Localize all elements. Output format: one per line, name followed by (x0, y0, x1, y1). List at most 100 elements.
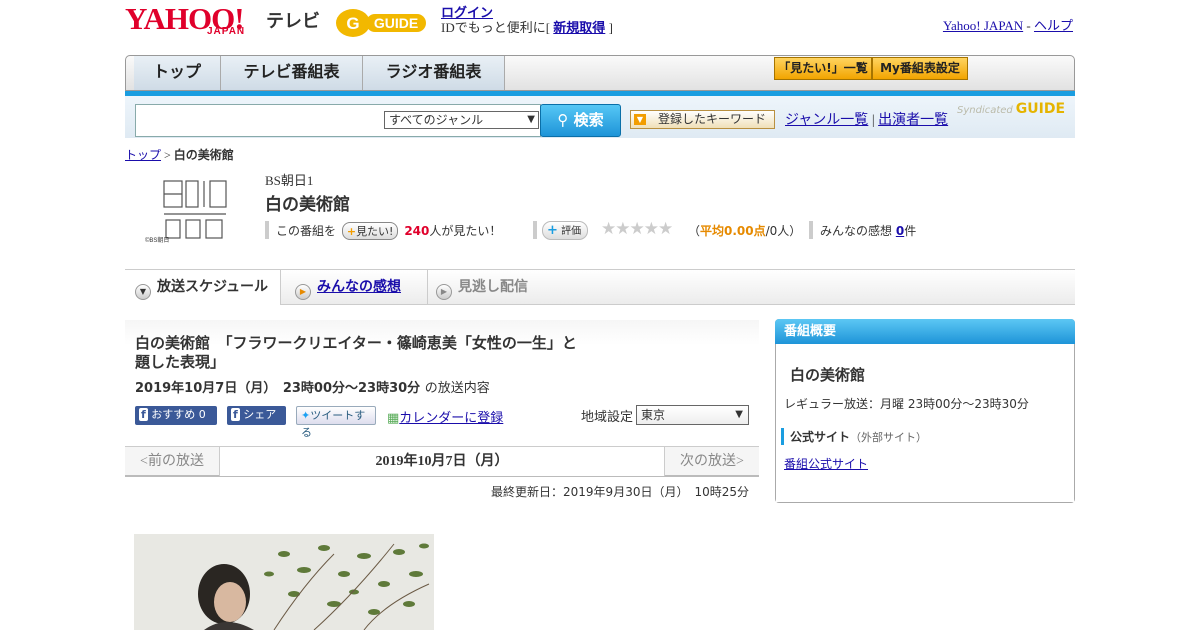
facebook-icon: f (231, 408, 240, 421)
tab-minogashi[interactable]: ▶ 見逃し配信 (427, 270, 528, 305)
my-bangumi-button[interactable]: My番組表設定 (872, 57, 968, 80)
divider (809, 221, 813, 239)
rating-average: （平均0.00点/0人） (688, 222, 801, 239)
tab-schedule-label: 放送スケジュール (157, 279, 269, 295)
kansou-count-link[interactable]: 0 (896, 224, 904, 238)
play-icon: ▶ (295, 284, 311, 300)
facebook-share-button[interactable]: f シェア (227, 406, 286, 425)
rating-button[interactable]: + 評価 (542, 221, 589, 240)
episode-title: 白の美術館 「フラワークリエイター・篠崎恵美「女性の一生」と題した表現」 (135, 334, 577, 371)
external-site-label: （外部サイト） (850, 431, 928, 444)
search-icon: ⚲ (557, 111, 569, 129)
region-select[interactable]: 東京 ▼ (636, 405, 749, 425)
plus-icon: + (346, 225, 357, 238)
program-overview-header: 番組概要 (775, 319, 1075, 344)
breadcrumb-top-link[interactable]: トップ (125, 148, 161, 162)
prev-broadcast-link[interactable]: <前の放送 (125, 447, 220, 476)
login-area: ログイン IDでもっと便利に[ 新規取得 ] (441, 5, 613, 35)
tweet-button[interactable]: ✦ツイートする (296, 406, 376, 439)
chevron-down-icon: ▼ (135, 284, 151, 300)
nav-tab-tv[interactable]: テレビ番組表 (221, 56, 363, 90)
help-link[interactable]: ヘルプ (1034, 18, 1073, 33)
mitai-list-button[interactable]: 「見たい!」一覧 (774, 57, 872, 80)
top-right-links: Yahoo! JAPAN - ヘルプ (943, 15, 1073, 34)
login-sub-prefix: IDでもっと便利に[ (441, 20, 551, 35)
yahoo-japan-logo-text: JAPAN (207, 26, 246, 37)
next-broadcast-link[interactable]: 次の放送> (664, 447, 759, 476)
sub-tabs: ▼ 放送スケジュール ▶ みんなの感想 ▶ 見逃し配信 (125, 269, 1075, 305)
program-logo-text: ©BS朝日 (145, 236, 169, 244)
breadcrumb-current: 白の美術館 (173, 148, 234, 162)
share-label: シェア (243, 408, 277, 421)
mitai-button[interactable]: +見たい! (341, 222, 399, 240)
divider (533, 221, 537, 239)
genre-list-link[interactable]: ジャンル一覧 (785, 113, 868, 128)
bird-icon: ✦ (301, 409, 311, 422)
breadcrumb: トップ > 白の美術館 (125, 146, 234, 163)
signup-link[interactable]: 新規取得 (553, 20, 605, 35)
rating-button-label: 評価 (561, 226, 582, 237)
official-site-label: 公式サイト (790, 430, 851, 444)
play-icon: ▶ (436, 284, 452, 300)
tab-minna-label: みんなの感想 (317, 279, 401, 295)
tv-logo-text: テレビ (266, 11, 320, 32)
kansou-unit: 件 (904, 224, 917, 238)
broadcast-nav: <前の放送 2019年10月7日（月） 次の放送> (125, 446, 759, 477)
genre-select[interactable]: すべてのジャンル ▼ (384, 111, 539, 129)
channel-name: BS朝日1 (265, 173, 314, 188)
mitai-prefix: この番組を (276, 224, 337, 238)
mitai-area: この番組を +見たい! 240人が見たい！ (276, 222, 501, 240)
gguide-logo: G GUIDE (336, 9, 426, 37)
facebook-recommend-button[interactable]: f おすすめ 0 (135, 406, 217, 425)
genre-select-value: すべてのジャンル (389, 113, 484, 127)
syndicated-gguide: GUIDE (1015, 101, 1066, 117)
top-right-sep: - (1023, 18, 1034, 33)
current-broadcast-date: 2019年10月7日（月） (220, 447, 664, 476)
triangle-down-icon: ▼ (634, 114, 646, 125)
episode-date-suffix: の放送内容 (424, 381, 490, 396)
login-link[interactable]: ログイン (441, 5, 493, 20)
tab-schedule[interactable]: ▼ 放送スケジュール (125, 270, 281, 305)
rating-people: /0人） (765, 224, 802, 238)
login-sub-suffix: ] (608, 20, 613, 35)
syndicated-badge: Syndicated GUIDE (957, 101, 1065, 117)
gguide-logo-text: GUIDE (374, 15, 418, 31)
program-logo: ©BS朝日 (145, 180, 227, 244)
official-site: 番組公式サイト (784, 455, 868, 472)
facebook-icon: f (139, 408, 148, 421)
main-nav: トップ テレビ番組表 ラジオ番組表 「見たい!」一覧 My番組表設定 (125, 55, 1075, 91)
syndicated-text: Syndicated (957, 105, 1013, 116)
search-button[interactable]: ⚲ 検索 (540, 104, 621, 137)
rating-stars[interactable]: ★★★★★ (601, 219, 673, 239)
mitai-suffix: 人が見たい！ (429, 224, 502, 238)
region-label: 地域設定 (581, 410, 634, 425)
calendar-icon: ▦ (387, 411, 400, 426)
divider (265, 221, 269, 239)
overview-title: 白の美術館 (790, 366, 866, 384)
rating-avg-label: 平均0.00点 (700, 224, 766, 238)
mitai-button-label: 見たい! (356, 225, 394, 238)
rating-open: （ (688, 224, 701, 238)
chevron-down-icon: ▼ (735, 409, 743, 420)
nav-tab-radio[interactable]: ラジオ番組表 (363, 56, 505, 90)
search-button-label: 検索 (573, 111, 604, 129)
yahoo-japan-link[interactable]: Yahoo! JAPAN (943, 18, 1023, 33)
official-site-heading: 公式サイト（外部サイト） (781, 428, 927, 445)
svg-text:G: G (346, 14, 359, 33)
performer-list-link[interactable]: 出演者一覧 (878, 113, 948, 128)
program-title: 白の美術館 (265, 195, 350, 215)
episode-date: 2019年10月7日（月） 23時00分～23時30分 の放送内容 (135, 377, 490, 396)
search-links: ジャンル一覧 | 出演者一覧 (785, 109, 948, 129)
official-site-link[interactable]: 番組公式サイト (784, 457, 868, 471)
calendar-link[interactable]: カレンダーに登録 (399, 411, 503, 426)
chevron-down-icon: ▼ (527, 114, 535, 125)
keyword-button[interactable]: ▼ 登録したキーワード (630, 110, 775, 129)
nav-tab-top[interactable]: トップ (134, 56, 221, 90)
tab-minna[interactable]: ▶ みんなの感想 (295, 270, 401, 305)
region-select-value: 東京 (641, 408, 666, 422)
calendar-register: ▦カレンダーに登録 (387, 407, 503, 426)
kansou-count-area: みんなの感想 0件 (820, 222, 916, 239)
keyword-button-label: 登録したキーワード (657, 112, 766, 126)
episode-date-text: 2019年10月7日（月） 23時00分～23時30分 (135, 381, 421, 396)
plus-icon: + (547, 223, 558, 238)
